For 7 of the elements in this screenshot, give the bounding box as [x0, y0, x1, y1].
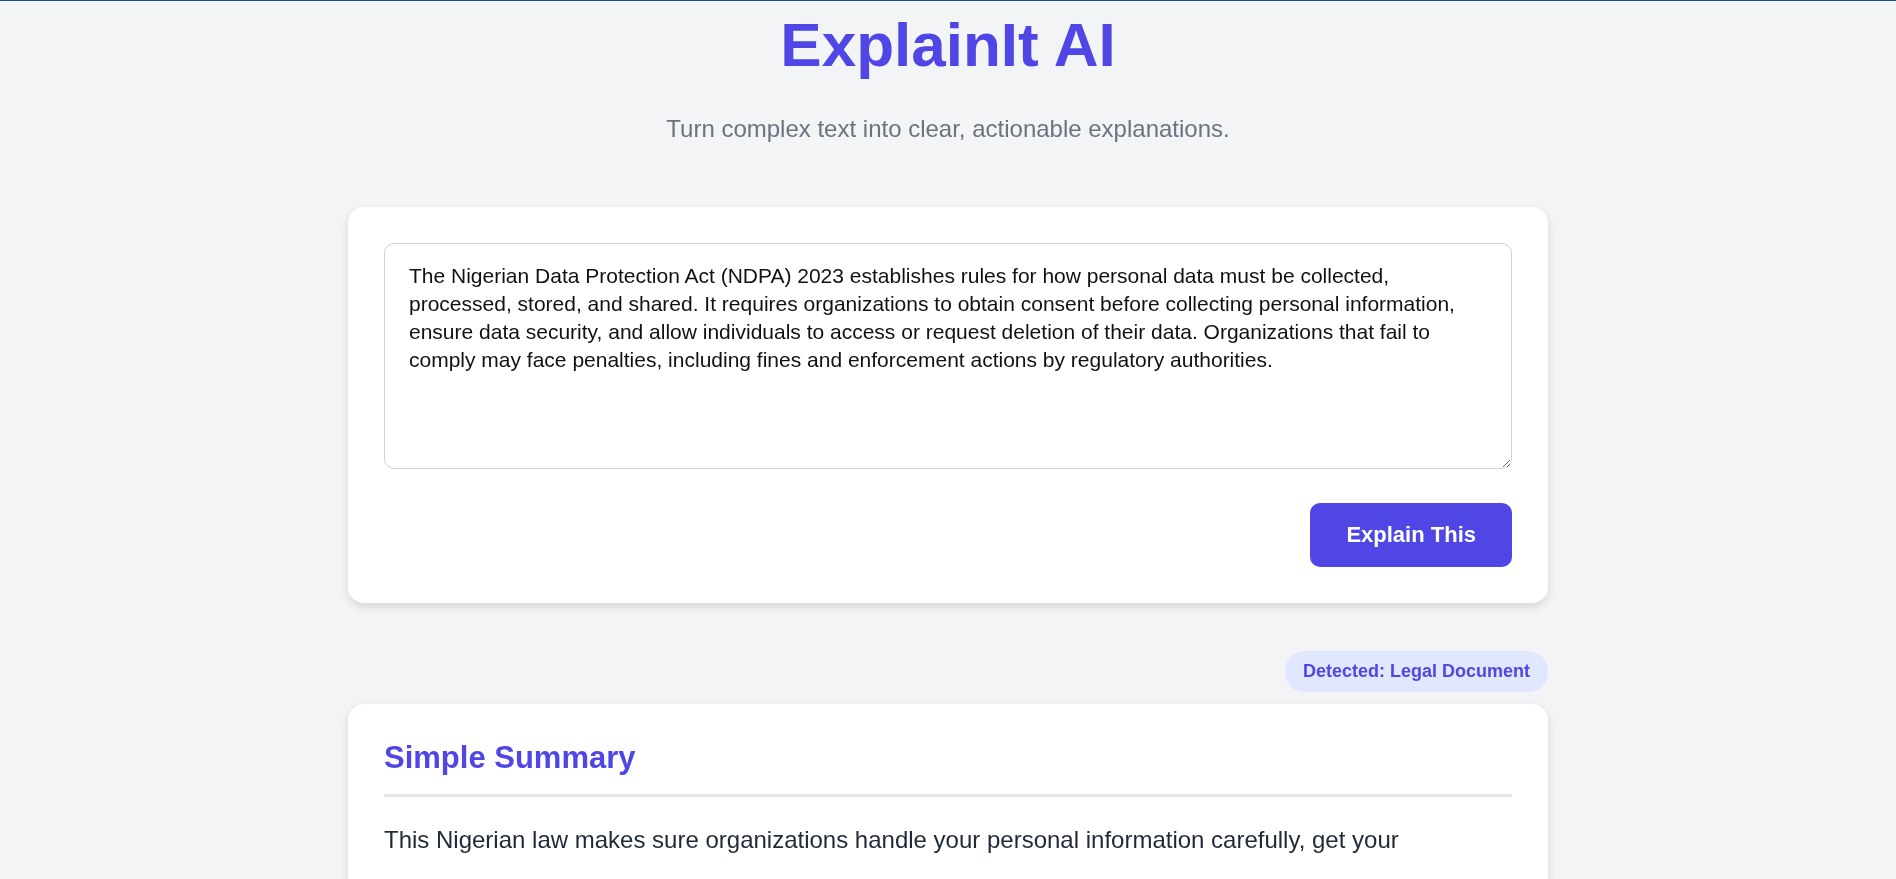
section-heading: Simple Summary: [384, 740, 1512, 797]
detected-type-badge: Detected: Legal Document: [1284, 651, 1548, 692]
subtitle: Turn complex text into clear, actionable explanations.: [665, 115, 1231, 143]
summary-text: This Nigerian law makes sure organizations handle your personal information carefully, get your: [384, 825, 1400, 855]
text-input-field[interactable]: The Nigerian Data Protection Act (NDPA) 2023 establishes rules for how personal data must be collected, processed, stored, and shared. It requires organizations to obtain consent before collecting personal information, ensure data security, and allow individuals to access or request deletion of their data. Organizations that fail to comply may face penalties, including fines and enforcement actions by regulatory authorities.: [384, 243, 1512, 469]
explain-button[interactable]: Explain This: [1310, 503, 1512, 567]
app-title: ExplainIt AI: [779, 9, 1117, 81]
